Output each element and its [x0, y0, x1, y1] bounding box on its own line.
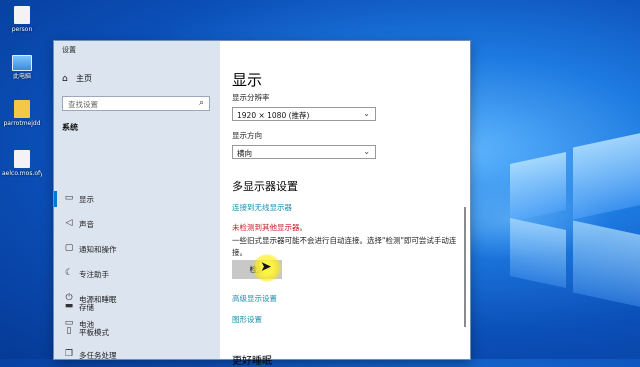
mouse-cursor-icon: ➤ [260, 259, 272, 275]
speaker-icon: ◁ [65, 218, 73, 228]
desktop-icon-folder[interactable]: parrotmejdd [2, 100, 42, 128]
connect-wireless-display-link[interactable]: 连接到无线显示器 [232, 202, 292, 213]
monitor-icon: ▭ [64, 193, 74, 203]
file-icon [14, 150, 30, 168]
sidebar-item-storage[interactable]: ▬ 存储 [54, 295, 220, 319]
desktop-icon-label: aelco.mos.ofy [2, 170, 42, 177]
sidebar-item-notifications[interactable]: ▢ 通知和操作 [54, 237, 220, 261]
home-icon: ⌂ [62, 74, 68, 84]
sidebar-item-sound[interactable]: ◁ 声音 [54, 212, 220, 236]
sidebar-item-label: 显示 [79, 195, 94, 204]
chevron-down-icon: ⌄ [363, 147, 370, 156]
chevron-down-icon: ⌄ [363, 109, 370, 118]
search-icon: ⌕ [198, 98, 204, 108]
display-settings-panel: 显示 显示分辨率 1920 × 1080 (推荐) ⌄ 显示方向 横向 ⌄ 多显… [220, 41, 470, 359]
storage-icon: ▬ [64, 301, 74, 311]
multitask-icon: ❐ [64, 349, 74, 359]
sidebar-item-display[interactable]: ▭ 显示 [54, 187, 220, 211]
sidebar-item-label: 平板模式 [79, 328, 109, 337]
next-section-heading: 更好睡眠 [232, 356, 272, 367]
sidebar-item-label: 声音 [79, 220, 94, 229]
graphics-settings-link[interactable]: 图形设置 [232, 314, 262, 325]
sidebar-item-label: 专注助手 [79, 270, 109, 279]
sidebar-item-multitasking[interactable]: ❐ 多任务处理 [54, 343, 220, 367]
advanced-display-settings-link[interactable]: 高级显示设置 [232, 293, 277, 304]
search-input[interactable]: 查找设置 ⌕ [62, 96, 210, 111]
home-label: 主页 [76, 74, 92, 83]
tablet-icon: ▯ [66, 326, 72, 336]
notification-icon: ▢ [64, 243, 74, 253]
desktop-icon-this-pc[interactable]: 此电脑 [2, 55, 42, 81]
file-icon [14, 6, 30, 24]
resolution-dropdown[interactable]: 1920 × 1080 (推荐) ⌄ [232, 107, 376, 121]
sidebar-item-tablet-mode[interactable]: ▯ 平板模式 [54, 320, 220, 344]
page-title: 显示 [232, 71, 263, 89]
orientation-dropdown[interactable]: 横向 ⌄ [232, 145, 376, 159]
folder-icon [14, 100, 30, 118]
desktop-icon-label: 此电脑 [12, 73, 31, 80]
home-link[interactable]: ⌂ 主页 [62, 73, 92, 84]
window-title: 设置 [62, 46, 76, 54]
sidebar-item-label: 多任务处理 [79, 351, 117, 360]
sidebar-item-label: 存储 [79, 303, 94, 312]
section-heading: 系统 [62, 123, 78, 132]
search-placeholder: 查找设置 [68, 100, 98, 109]
moon-icon: ☾ [64, 268, 74, 278]
orientation-value: 横向 [237, 149, 252, 158]
sidebar-item-label: 通知和操作 [79, 245, 117, 254]
no-display-warning: 未检测到其他显示器。 [232, 223, 307, 232]
multi-display-heading: 多显示器设置 [232, 180, 298, 193]
orientation-label: 显示方向 [232, 131, 262, 140]
resolution-value: 1920 × 1080 (推荐) [237, 111, 310, 120]
selection-indicator [54, 191, 57, 207]
scrollbar[interactable] [464, 207, 466, 327]
desktop-icon-label: parrotmejdd [3, 120, 41, 127]
desktop-icon-person[interactable]: person [2, 6, 42, 34]
desktop-icon-label: person [11, 26, 33, 33]
resolution-label: 显示分辨率 [232, 93, 270, 102]
sidebar-item-focus-assist[interactable]: ☾ 专注助手 [54, 262, 220, 286]
computer-icon [12, 55, 32, 71]
windows-logo-wallpaper [410, 60, 640, 360]
desktop-icon-file[interactable]: aelco.mos.ofy [2, 150, 42, 178]
